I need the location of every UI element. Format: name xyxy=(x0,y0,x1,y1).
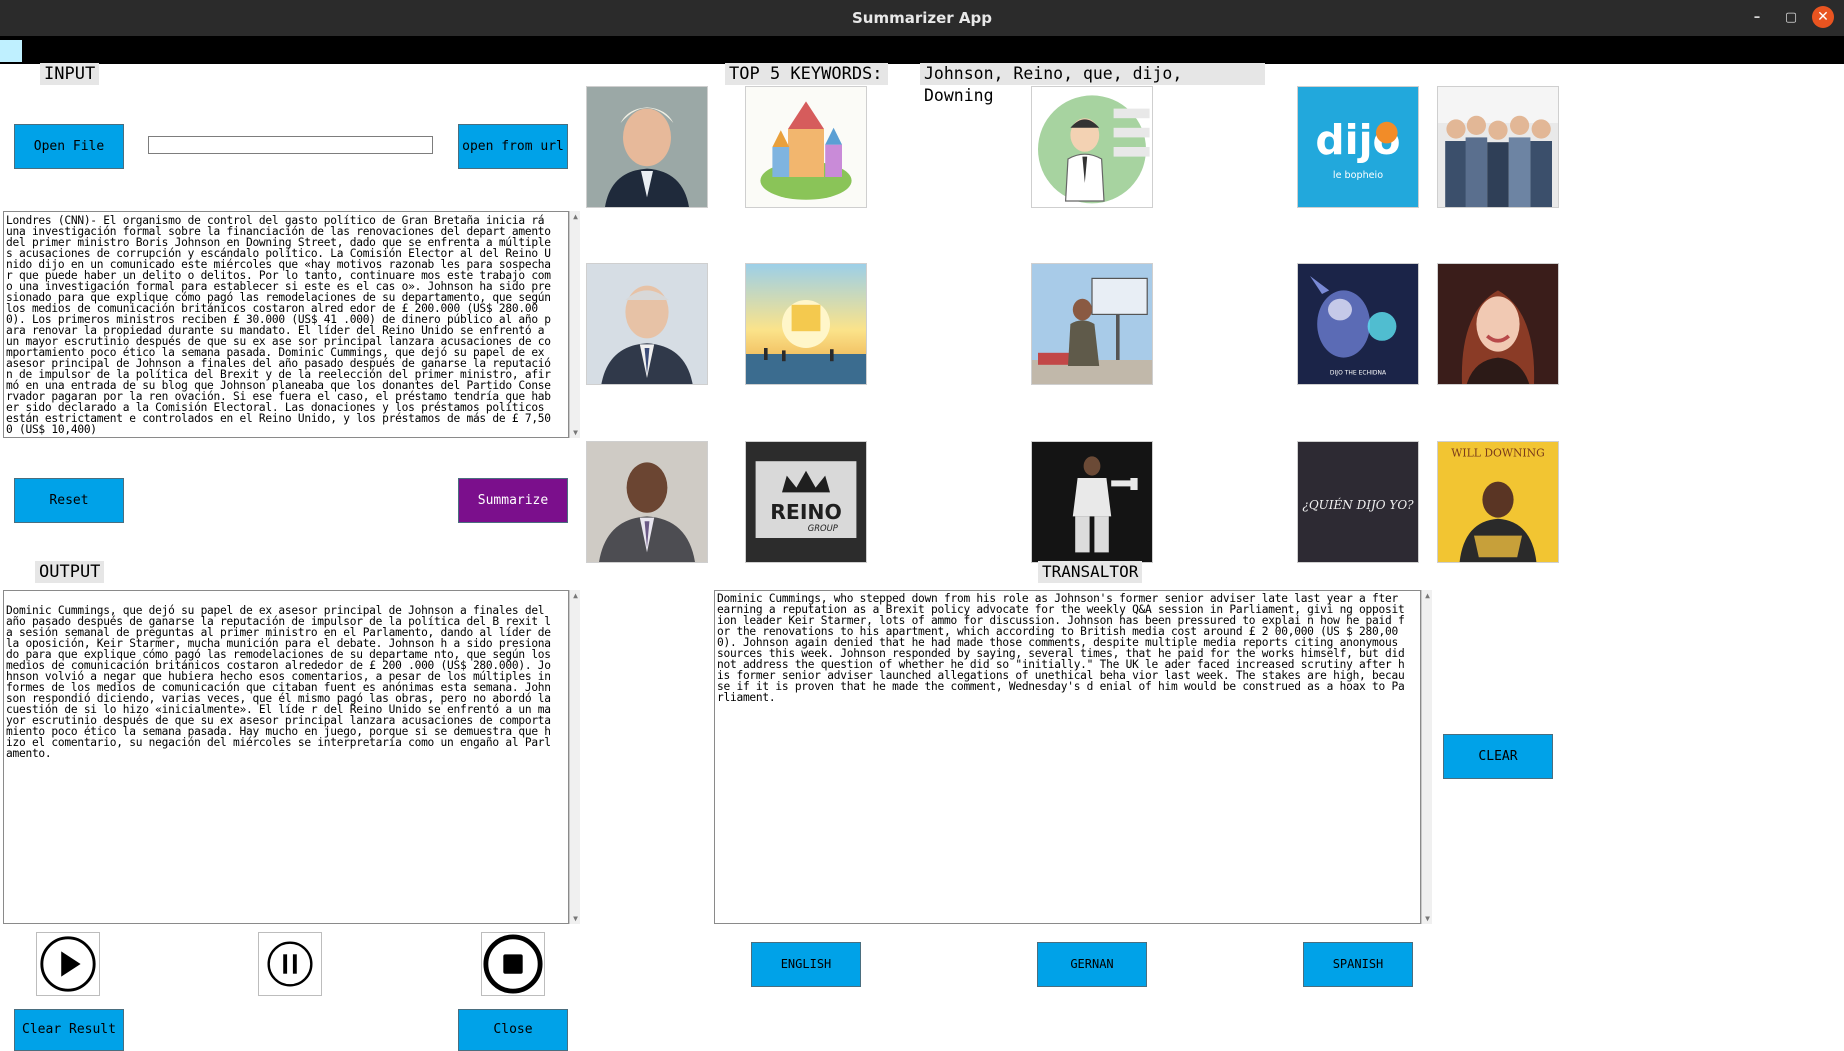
group-photo xyxy=(1437,86,1559,208)
dijo-logo: dijo le bopheio xyxy=(1297,86,1419,208)
translator-scrollbar[interactable]: ▲ ▼ xyxy=(1421,590,1432,924)
open-file-button[interactable]: Open File xyxy=(14,124,124,169)
scroll-up-icon[interactable]: ▲ xyxy=(571,212,580,221)
play-button[interactable] xyxy=(36,932,100,996)
reino-logo-text: REINO xyxy=(770,500,842,524)
keywords-label: TOP 5 KEYWORDS: xyxy=(725,63,888,85)
german-button[interactable]: GERNAN xyxy=(1037,942,1147,987)
quien-dijo-yo-text: ¿QUIÉN DIJO YO? xyxy=(1302,497,1414,512)
illustrated-fantasy-castle xyxy=(745,86,867,208)
pause-button[interactable] xyxy=(258,932,322,996)
scroll-down-icon[interactable]: ▼ xyxy=(571,914,580,923)
reino-group-logo: REINO GROUP xyxy=(745,441,867,563)
portrait-boris-johnson xyxy=(586,86,708,208)
input-label: INPUT xyxy=(40,63,100,85)
stop-button[interactable] xyxy=(481,932,545,996)
translator-text-area[interactable]: Dominic Cummings, who stepped down from … xyxy=(714,590,1421,924)
portrait-woman-smiling xyxy=(1437,263,1559,385)
maximize-icon[interactable]: ▢ xyxy=(1782,9,1800,27)
open-from-url-button[interactable]: open from url xyxy=(458,124,568,169)
window-title: Summarizer App xyxy=(851,9,992,27)
echidna-caption: DIJO THE ECHIDNA xyxy=(1330,369,1387,376)
stop-icon xyxy=(483,934,543,994)
title-bar: Summarizer App – ▢ ✕ xyxy=(0,0,1844,36)
output-text-area[interactable]: Dominic Cummings, que dejó su papel de e… xyxy=(3,590,569,924)
will-downing-text: WILL DOWNING xyxy=(1451,446,1545,459)
clear-result-button[interactable]: Clear Result xyxy=(14,1009,124,1051)
cartoon-confused-man xyxy=(1031,86,1153,208)
clear-translation-button[interactable]: CLEAR xyxy=(1443,734,1553,779)
minimize-icon[interactable]: – xyxy=(1748,9,1766,27)
reset-button[interactable]: Reset xyxy=(14,478,124,523)
will-downing-album-cover: WILL DOWNING xyxy=(1437,441,1559,563)
person-standing-dark xyxy=(1031,441,1153,563)
play-icon xyxy=(40,936,96,992)
reino-logo-subtext: GROUP xyxy=(808,523,839,533)
scroll-up-icon[interactable]: ▲ xyxy=(1423,591,1432,600)
output-scrollbar[interactable]: ▲ ▼ xyxy=(569,590,580,924)
dijo-the-echidna-art: DIJO THE ECHIDNA xyxy=(1297,263,1419,385)
golden-kingdom-painting xyxy=(745,263,867,385)
input-text-area[interactable]: Londres (CNN)- El organismo de control d… xyxy=(3,211,569,438)
portrait-man-dark-suit xyxy=(586,441,708,563)
english-button[interactable]: ENGLISH xyxy=(751,942,861,987)
close-button[interactable]: Close xyxy=(458,1009,568,1051)
url-input[interactable] xyxy=(148,136,433,154)
menu-tab[interactable] xyxy=(0,40,22,62)
scroll-up-icon[interactable]: ▲ xyxy=(571,591,580,600)
keywords-value: Johnson, Reino, que, dijo, Downing xyxy=(920,63,1265,105)
spanish-button[interactable]: SPANISH xyxy=(1303,942,1413,987)
summarize-button[interactable]: Summarize xyxy=(458,478,568,523)
dijo-logo-subtext: le bopheio xyxy=(1333,170,1383,181)
quien-dijo-yo-logo: ¿QUIÉN DIJO YO? xyxy=(1297,441,1419,563)
person-with-billboard xyxy=(1031,263,1153,385)
output-label: OUTPUT xyxy=(35,561,105,583)
portrait-older-man-suit xyxy=(586,263,708,385)
close-icon[interactable]: ✕ xyxy=(1812,6,1834,28)
translator-label: TRANSALTOR xyxy=(1038,561,1143,583)
pause-icon xyxy=(267,941,313,987)
menu-bar xyxy=(0,36,1844,64)
scroll-down-icon[interactable]: ▼ xyxy=(571,428,580,437)
scroll-down-icon[interactable]: ▼ xyxy=(1423,914,1432,923)
input-scrollbar[interactable]: ▲ ▼ xyxy=(569,211,580,438)
